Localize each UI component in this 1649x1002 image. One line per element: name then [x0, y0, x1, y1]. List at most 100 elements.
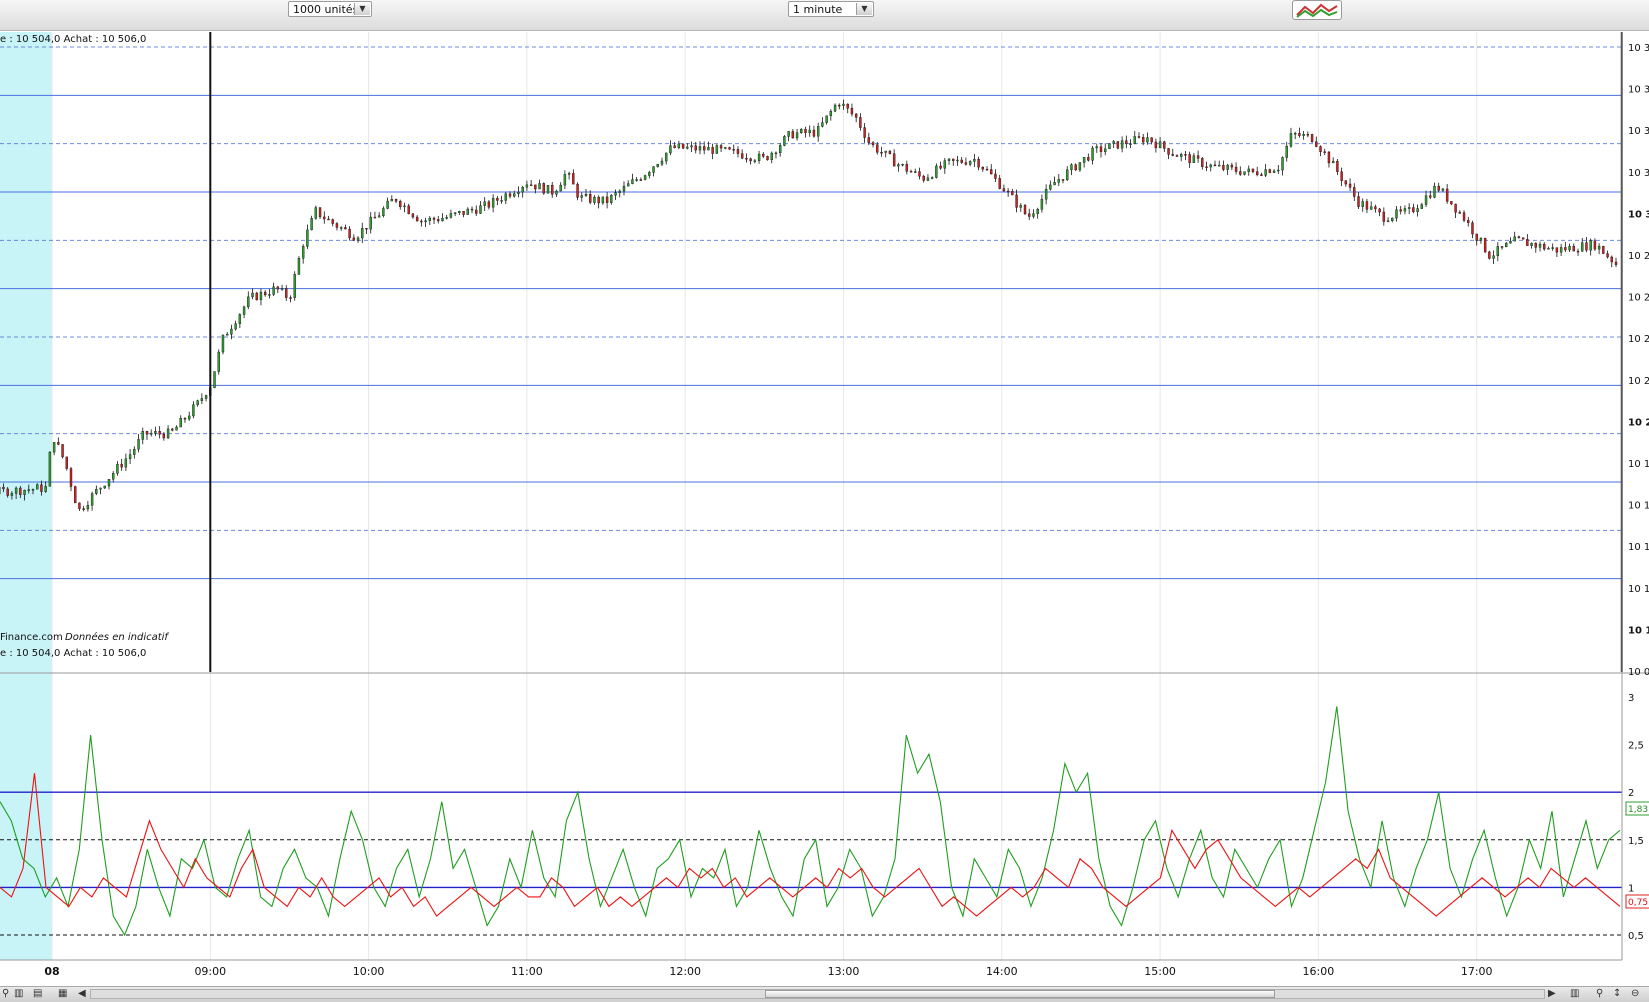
candle-body: [1294, 133, 1296, 134]
candle-body: [40, 485, 42, 492]
price-tick-label: 10 1: [1628, 542, 1649, 553]
candle-type-icon[interactable]: ▥: [14, 988, 23, 1000]
interval-select[interactable]: 1 minute ▼: [788, 1, 874, 17]
candle-body: [1231, 165, 1233, 167]
candle-body: [1362, 202, 1364, 207]
candle-body: [395, 199, 397, 201]
candle-body: [1151, 138, 1153, 142]
candle-body: [703, 146, 705, 150]
candle-body: [1395, 210, 1397, 218]
candle-body: [657, 164, 659, 166]
candle-body: [311, 218, 313, 230]
candle-body: [239, 315, 241, 324]
candle-body: [7, 489, 9, 496]
chevron-down-icon[interactable]: ▼: [354, 3, 370, 15]
indicator-chart-icon[interactable]: [1292, 0, 1342, 20]
candle-body: [188, 416, 190, 419]
candle-body: [885, 151, 887, 152]
candle-body: [1070, 165, 1072, 170]
candle-body: [771, 153, 773, 160]
candle-body: [560, 185, 562, 191]
candle-body: [1277, 170, 1279, 171]
indicator-panel-header: e : 10 504,0 Achat : 10 506,0: [0, 648, 146, 659]
candle-body: [897, 165, 899, 167]
candle-body: [53, 442, 55, 452]
candle-body: [1303, 134, 1305, 135]
candle-body: [800, 129, 802, 133]
candle-body: [838, 105, 840, 106]
candle-body: [691, 146, 693, 147]
candle-body: [15, 488, 17, 493]
candle-body: [581, 196, 583, 198]
candle-body: [1391, 218, 1393, 221]
candle-body: [112, 473, 114, 479]
candle-body: [433, 218, 435, 219]
scroll-left-icon[interactable]: ◀: [78, 988, 86, 1000]
candle-body: [492, 198, 494, 207]
candle-body: [1505, 243, 1507, 247]
candle-body: [517, 192, 519, 194]
candle-body: [336, 224, 338, 228]
horizontal-scrollbar[interactable]: [90, 989, 1545, 999]
scrollbar-thumb[interactable]: [765, 990, 1275, 998]
candle-body: [1180, 154, 1182, 156]
chevron-down-icon[interactable]: ▼: [856, 3, 872, 15]
candle-body: [809, 130, 811, 133]
zoom-icon[interactable]: ⚲: [2, 988, 9, 1000]
units-select[interactable]: 1000 unités ▼: [288, 1, 372, 17]
candle-body: [167, 429, 169, 438]
candle-body: [1493, 256, 1495, 259]
candle-body: [214, 372, 216, 388]
save-icon[interactable]: ▤: [33, 988, 42, 1000]
candle-body: [1324, 152, 1326, 153]
candle-body: [1201, 158, 1203, 166]
indicator-lines: [0, 707, 1620, 936]
candle-body: [150, 433, 152, 434]
candle-body: [999, 178, 1001, 188]
candle-body: [49, 452, 51, 486]
scroll-right-icon[interactable]: ▶: [1548, 988, 1556, 1000]
candle-body: [707, 147, 709, 150]
candle-body: [859, 117, 861, 127]
candle-body: [412, 214, 414, 217]
candle-body: [91, 494, 93, 506]
bottom-toolbar: ⚲ ▥ ▤ ▦ ◀ ▶ ▥ ⚲ ↕ ⊖: [0, 986, 1649, 1002]
vertical-arrows-icon[interactable]: ↕: [1613, 988, 1621, 1000]
candle-body: [762, 154, 764, 156]
candle-body: [425, 221, 427, 222]
candle-body: [1054, 182, 1056, 185]
indicator-levels: [0, 792, 1622, 935]
candle-body: [1087, 157, 1089, 160]
zoom-fit-icon[interactable]: ⚲: [1596, 988, 1603, 1000]
zoom-out-icon[interactable]: ⊖: [1631, 988, 1639, 1000]
candle-body: [1172, 154, 1174, 155]
candle-body: [1383, 212, 1385, 222]
candle-body: [648, 172, 650, 175]
candle-body: [1577, 251, 1579, 252]
candle-body: [403, 206, 405, 207]
candle-body: [467, 209, 469, 215]
indicators-icon[interactable]: ▦: [58, 988, 67, 1000]
indicator-tick-label: 1: [1628, 883, 1634, 894]
candle-body: [1433, 186, 1435, 197]
candle-body: [1210, 165, 1212, 167]
candle-body: [1239, 172, 1241, 175]
candle-body: [741, 154, 743, 159]
candle-body: [1189, 154, 1191, 162]
candle-body: [277, 287, 279, 289]
candle-body: [446, 217, 448, 218]
candle-body: [138, 439, 140, 449]
candle-body: [87, 505, 89, 509]
candle-body: [129, 455, 131, 459]
candle-body: [640, 180, 642, 181]
candle-body: [598, 197, 600, 203]
chart-area[interactable]: 0809:0010:0011:0012:0013:0014:0015:0016:…: [0, 30, 1649, 986]
chart-settings-icon[interactable]: ▥: [1570, 988, 1579, 1000]
candle-body: [1400, 210, 1402, 211]
candle-body: [1146, 138, 1148, 142]
price-tick-label: 10 3: [1628, 209, 1649, 220]
candle-body: [982, 167, 984, 169]
candle-body: [935, 166, 937, 178]
candle-body: [78, 503, 80, 509]
candle-body: [1163, 142, 1165, 149]
